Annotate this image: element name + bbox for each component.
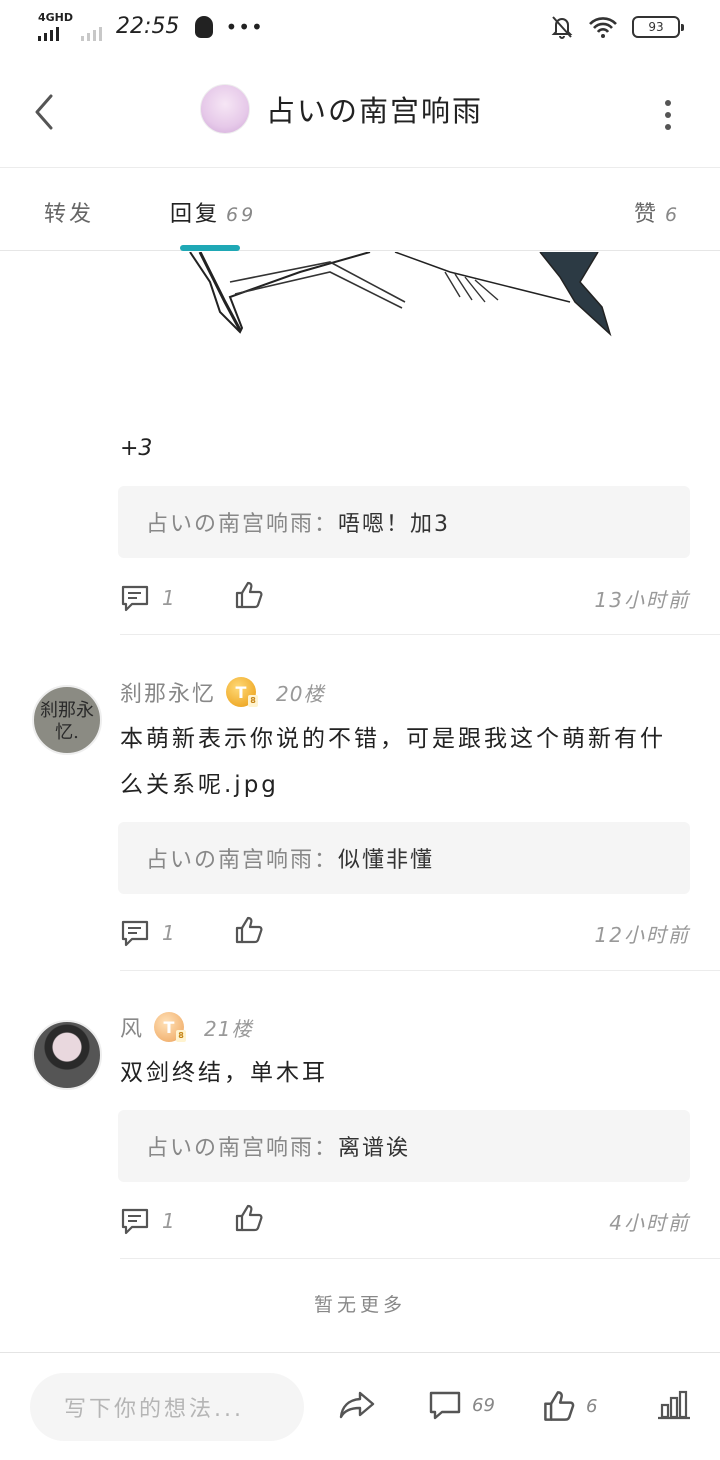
reply-count: 1 [162,586,175,610]
status-right: 93 [550,14,684,40]
reply-preview[interactable]: 占いの南宫响雨： 离谱诶 [118,1110,690,1182]
share-button[interactable] [338,1389,376,1421]
signal-icon [38,25,73,41]
avatar[interactable]: 刹那永忆. [32,685,102,755]
comment-icon [429,1391,461,1420]
comment-input[interactable]: 写下你的想法... [30,1373,304,1441]
reply-count: 1 [162,921,175,945]
floor-number: 20楼 [276,681,325,706]
share-icon [339,1391,375,1419]
reply-preview[interactable]: 占いの南宫响雨： 似懂非懂 [118,822,690,894]
bottom-bar: 写下你的想法... 69 6 [0,1352,720,1460]
thumbs-up-icon [235,916,263,944]
tab-bar: 转发 回复 69 赞6 [0,168,720,251]
reply-preview[interactable]: 占いの南宫响雨： 唔嗯！加3 [118,486,690,558]
comment-count: 69 [472,1394,495,1416]
more-vertical-icon [665,100,671,106]
tab-like-label: 赞 [634,202,660,227]
comment-text: 双剑终结，单木耳 [120,1060,328,1086]
like-button[interactable] [234,1203,264,1237]
avatar[interactable] [32,1020,102,1090]
comment-text: 本萌新表示你说的不错，可是跟我这个萌新有什么关系呢.jpg [120,726,666,798]
status-bar: 4GHD 22:55 ••• 93 [0,0,720,56]
floor-number: 21楼 [204,1016,253,1041]
comment-actions: 1 12小时前 [120,913,690,953]
tab-like[interactable]: 赞6 [634,196,680,228]
thumbs-up-icon [235,581,263,609]
no-more-label: 暂无更多 [313,1294,406,1316]
tab-repost[interactable]: 转发 [44,196,94,228]
comment-actions: 1 4小时前 [120,1201,690,1241]
reply-author[interactable]: 占いの南宫响雨： [146,842,338,874]
reply-text: 离谱诶 [338,1136,411,1161]
tab-reply[interactable]: 回复 69 [170,196,256,228]
comments-button[interactable]: 69 [428,1389,495,1421]
reply-text: 唔嗯！加3 [338,512,451,537]
tab-like-count: 6 [665,204,681,226]
reply-author[interactable]: 占いの南宫响雨： [146,506,338,538]
network-indicator: 4GHD [38,12,73,41]
reply-button[interactable]: 1 [120,1207,175,1235]
divider [120,634,720,635]
level-badge-icon: T [226,677,259,707]
thumbs-up-icon [235,1204,263,1232]
like-button[interactable]: 6 [542,1389,597,1423]
back-button[interactable] [26,90,62,134]
mute-bell-icon [551,16,573,39]
tab-repost-label: 转发 [44,202,95,227]
reply-count: 1 [162,1209,175,1233]
timestamp: 12小时前 [594,922,690,947]
divider [120,1258,720,1259]
comment-actions: 1 13小时前 [120,578,690,618]
like-button[interactable] [234,915,264,949]
qq-icon [195,15,214,38]
tab-reply-count: 69 [226,204,257,226]
header: 占いの南宫响雨 [0,56,720,168]
wifi-icon [589,17,617,38]
header-user[interactable]: 占いの南宫响雨 [200,84,483,134]
reply-text: 似懂非懂 [338,848,435,873]
page-title: 占いの南宫响雨 [266,94,484,128]
comment-text: +3 [120,436,153,461]
stats-button[interactable] [656,1389,692,1421]
clock: 22:55 [116,14,180,39]
more-notifications-icon: ••• [225,14,264,39]
avatar[interactable] [200,84,250,134]
comment-meta: 风 T 21楼 [120,1011,252,1043]
divider [120,970,720,971]
network-type: 4GHD [38,11,74,24]
timestamp: 13小时前 [594,587,690,612]
chevron-left-icon [35,94,53,130]
level-badge-icon: T [154,1012,187,1042]
bar-chart-icon [658,1390,690,1420]
comment-icon [121,1208,149,1235]
more-options-button[interactable] [656,100,680,130]
signal-icon-secondary [81,25,103,41]
like-button[interactable] [234,580,264,614]
comment-meta: 刹那永忆 T 20楼 [120,676,324,708]
tab-reply-label: 回复 [170,202,221,227]
status-left: 4GHD 22:55 ••• [38,12,264,41]
timestamp: 4小时前 [609,1210,690,1235]
comment-icon [121,920,149,947]
battery-icon: 93 [632,16,684,38]
comment-author[interactable]: 刹那永忆 [120,676,216,708]
thumbs-up-icon [544,1391,575,1421]
like-count: 6 [586,1395,598,1417]
reply-button[interactable]: 1 [120,584,175,612]
tab-active-indicator [180,245,240,251]
comment-icon [121,585,149,612]
comment-author[interactable]: 风 [120,1011,144,1043]
reply-author[interactable]: 占いの南宫响雨： [146,1130,338,1162]
reply-button[interactable]: 1 [120,919,175,947]
comment-image-fragment[interactable] [180,252,640,352]
